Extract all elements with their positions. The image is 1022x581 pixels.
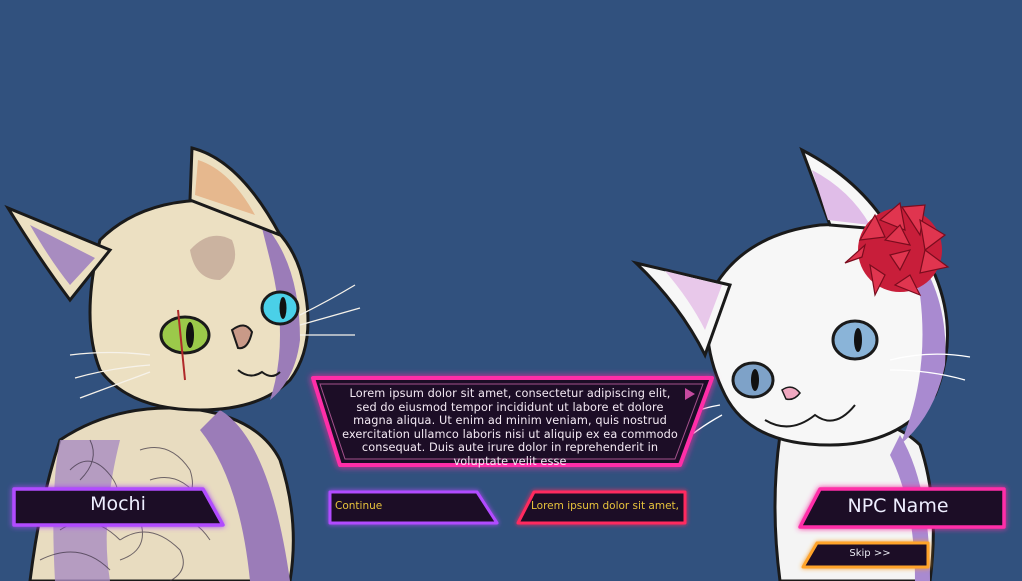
- skip-button-label: Skip >>: [849, 548, 891, 559]
- name-plate-left: [12, 487, 225, 527]
- dialogue-option-label: Lorem ipsum dolor sit amet,: [531, 500, 679, 512]
- advance-arrow-icon[interactable]: [684, 387, 696, 401]
- speaker-name-left: Mochi: [90, 493, 146, 515]
- dialogue-text: Lorem ipsum dolor sit amet, consectetur …: [342, 387, 678, 468]
- continue-button-label: Continue: [335, 500, 383, 512]
- game-scene: Lorem ipsum dolor sit amet, consectetur …: [0, 0, 1022, 581]
- name-plate-right: [798, 487, 1006, 529]
- speaker-name-right: NPC Name: [847, 495, 949, 517]
